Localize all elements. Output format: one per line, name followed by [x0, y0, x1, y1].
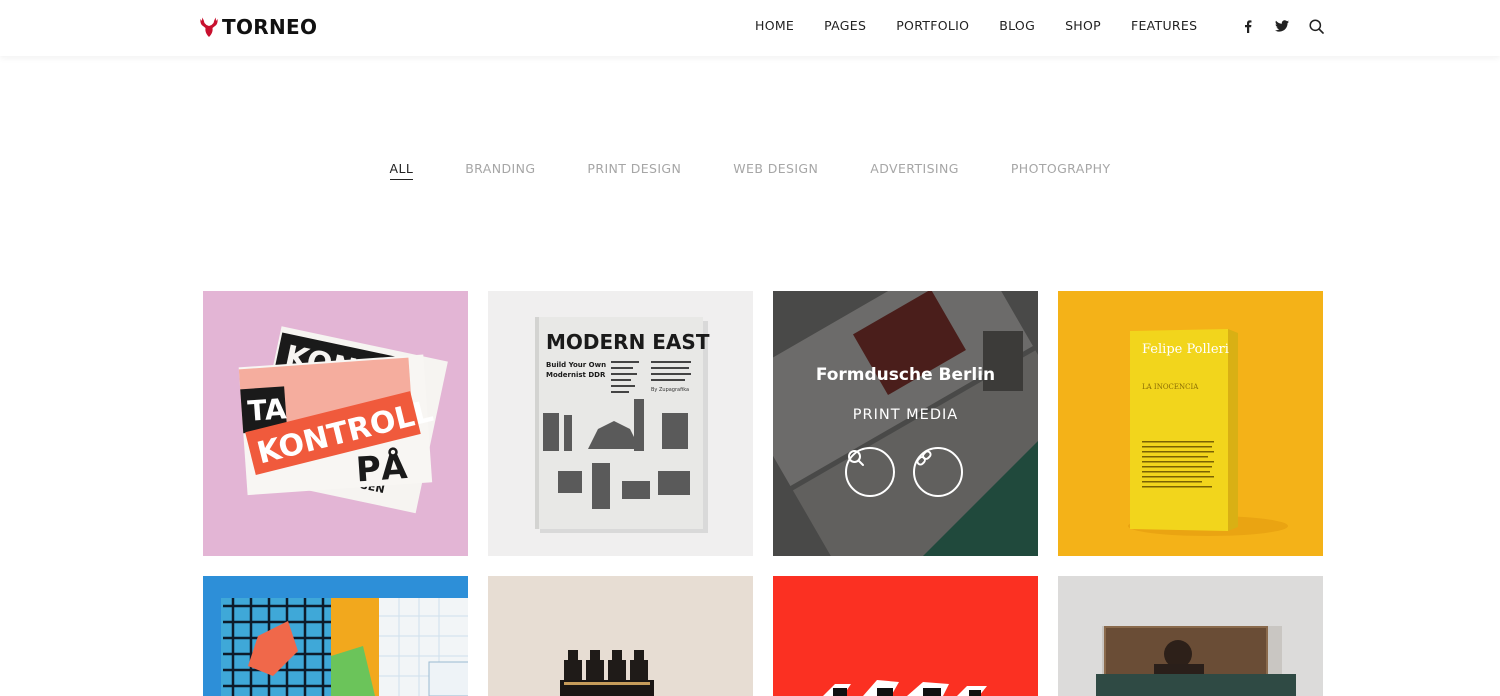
site-header: TORNEO HOME PAGES PORTFOLIO BLOG SHOP FE… — [0, 0, 1500, 56]
portfolio-item[interactable]: KON SEN TA KONTROLL PÅ — [203, 291, 468, 556]
deer-logo-icon — [200, 17, 218, 37]
newspaper-artwork: KON SEN TA KONTROLL PÅ — [203, 291, 468, 556]
main-nav: HOME PAGES PORTFOLIO BLOG SHOP FEATURES — [740, 17, 1212, 35]
portfolio-item[interactable]: Felipe Polleri LA INOCENCIA — [1058, 291, 1323, 556]
facebook-icon[interactable] — [1238, 16, 1258, 36]
link-icon — [916, 450, 932, 466]
filter-web-design[interactable]: WEB DESIGN — [733, 161, 818, 180]
hover-overlay: Formdusche Berlin PRINT MEDIA — [773, 291, 1038, 556]
cover-text: PÅ — [355, 446, 410, 491]
nav-features[interactable]: FEATURES — [1131, 17, 1197, 35]
poster-artwork — [203, 576, 468, 696]
cover-text: TA — [247, 392, 288, 428]
book-artwork: MODERN EAST Build Your Own Modernist DDR… — [488, 291, 753, 556]
nav-shop[interactable]: SHOP — [1065, 17, 1101, 35]
filter-all[interactable]: ALL — [389, 161, 414, 180]
header-icons — [1238, 16, 1340, 36]
twitter-icon[interactable] — [1272, 16, 1292, 36]
portfolio-item[interactable] — [488, 576, 753, 696]
portfolio-item[interactable] — [1058, 576, 1323, 696]
photo-artwork — [1058, 576, 1323, 696]
poster-artwork — [773, 576, 1038, 696]
portfolio-item[interactable]: MODERN EAST Build Your Own Modernist DDR… — [488, 291, 753, 556]
book-artwork: Felipe Polleri LA INOCENCIA — [1058, 291, 1323, 556]
book-subtitle: Build Your Own — [546, 361, 606, 369]
filter-photography[interactable]: PHOTOGRAPHY — [1011, 161, 1111, 180]
portfolio-item[interactable]: Formdusche Berlin PRINT MEDIA — [773, 291, 1038, 556]
portfolio-filters: ALL BRANDING PRINT DESIGN WEB DESIGN ADV… — [0, 161, 1500, 180]
project-title: Formdusche Berlin — [815, 365, 996, 385]
filter-branding[interactable]: BRANDING — [465, 161, 535, 180]
portfolio-item[interactable] — [773, 576, 1038, 696]
nav-home[interactable]: HOME — [755, 17, 794, 35]
book-subtitle: Modernist DDR — [546, 371, 606, 379]
nav-portfolio[interactable]: PORTFOLIO — [896, 17, 969, 35]
nav-blog[interactable]: BLOG — [999, 17, 1035, 35]
book-title: LA INOCENCIA — [1142, 383, 1199, 391]
filter-advertising[interactable]: ADVERTISING — [870, 161, 959, 180]
book-title: MODERN EAST — [546, 330, 710, 354]
link-button[interactable] — [913, 447, 963, 497]
portfolio-item[interactable] — [203, 576, 468, 696]
book-credit: By Zupagrafika — [651, 387, 689, 393]
search-icon — [848, 450, 864, 466]
logo[interactable]: TORNEO — [199, 13, 317, 41]
filter-print-design[interactable]: PRINT DESIGN — [587, 161, 681, 180]
product-artwork — [488, 576, 753, 696]
logo-text: TORNEO — [222, 15, 318, 39]
search-icon[interactable] — [1306, 16, 1326, 36]
project-category: PRINT MEDIA — [852, 407, 959, 423]
zoom-button[interactable] — [845, 447, 895, 497]
book-author: Felipe Polleri — [1142, 342, 1229, 357]
nav-pages[interactable]: PAGES — [824, 17, 866, 35]
